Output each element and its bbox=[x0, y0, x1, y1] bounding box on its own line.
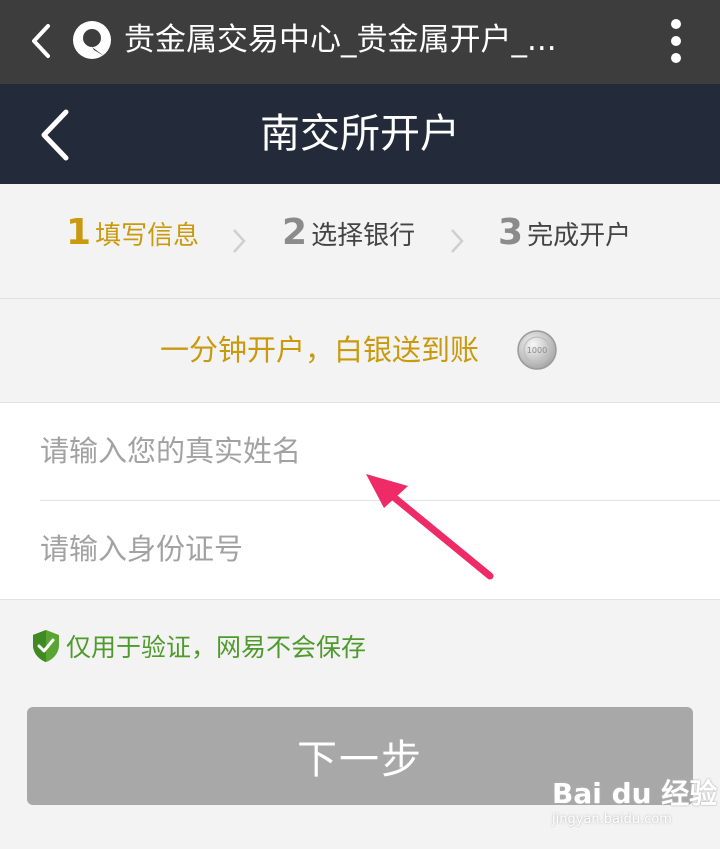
shield-check-icon bbox=[33, 630, 59, 662]
step-number: 1 bbox=[66, 212, 92, 253]
step-select-bank: 2 选择银行 bbox=[282, 212, 415, 268]
watermark-brand: Bai du 经验 bbox=[552, 777, 718, 810]
step-fill-info: 1 填写信息 bbox=[66, 212, 199, 268]
promo-text: 一分钟开户，白银送到账 bbox=[160, 333, 480, 367]
watermark: Bai du 经验 jingyan.baidu.com bbox=[552, 772, 717, 836]
browser-top-bar: 贵金属交易中心_贵金属开户_... bbox=[0, 0, 720, 84]
app-header: 南交所开户 bbox=[0, 84, 720, 184]
browser-logo-icon bbox=[73, 21, 111, 59]
chevron-left-icon[interactable] bbox=[30, 106, 80, 164]
promo-banner: 一分钟开户，白银送到账 1000 bbox=[0, 299, 720, 401]
privacy-notice: 仅用于验证，网易不会保存 bbox=[30, 626, 366, 666]
step-number: 2 bbox=[282, 212, 308, 253]
silver-coin-icon: 1000 bbox=[517, 330, 557, 370]
step-label: 选择银行 bbox=[311, 221, 416, 251]
arrow-annotation bbox=[366, 474, 494, 580]
step-label: 填写信息 bbox=[95, 221, 200, 251]
more-vertical-icon[interactable] bbox=[656, 14, 696, 68]
page-title: 南交所开户 bbox=[260, 111, 460, 157]
chevron-left-icon[interactable] bbox=[22, 18, 62, 64]
privacy-notice-text: 仅用于验证，网易不会保存 bbox=[66, 633, 367, 662]
step-complete: 3 完成开户 bbox=[498, 212, 631, 268]
step-indicator: 1 填写信息 2 选择银行 3 完成开户 bbox=[0, 184, 720, 299]
step-label: 完成开户 bbox=[527, 221, 632, 251]
chevron-right-icon bbox=[233, 229, 246, 253]
browser-page-title: 贵金属交易中心_贵金属开户_... bbox=[124, 22, 557, 58]
step-number: 3 bbox=[498, 212, 524, 253]
coin-label: 1000 bbox=[527, 346, 547, 355]
chevron-right-icon bbox=[451, 229, 464, 253]
watermark-url: jingyan.baidu.com bbox=[552, 812, 672, 827]
